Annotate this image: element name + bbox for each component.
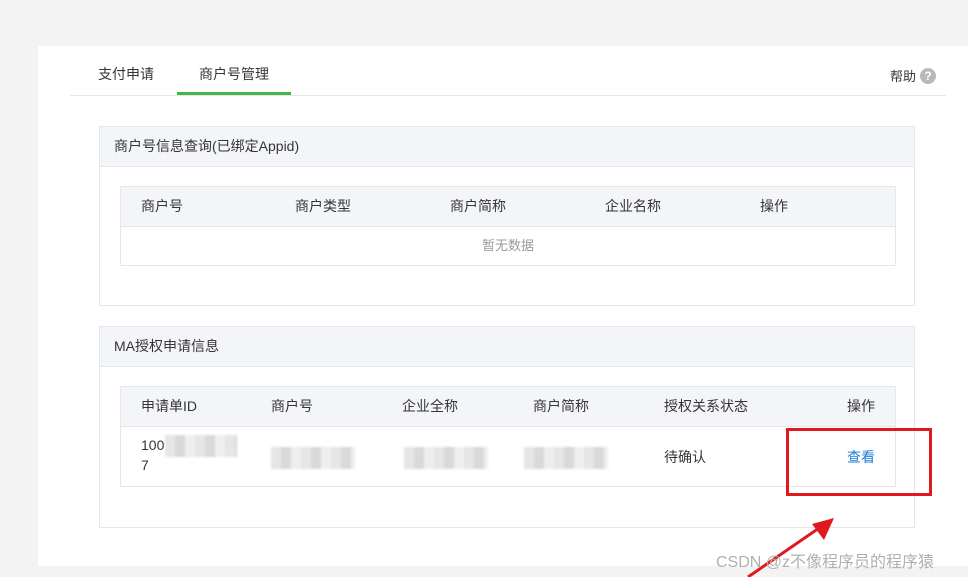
redacted-merchant-id <box>271 447 355 469</box>
column-actions: 操作 <box>847 398 875 414</box>
merchant-info-table: 商户号 商户类型 商户简称 企业名称 操作 暂无数据 <box>120 186 896 266</box>
merchant-info-table-header: 商户号 商户类型 商户简称 企业名称 操作 <box>121 187 895 227</box>
redacted-application-id <box>165 435 237 457</box>
watermark: CSDN @z不像程序员的程序猿 <box>716 554 935 571</box>
ma-authorization-table-header: 申请单ID 商户号 企业全称 商户简称 授权关系状态 操作 <box>121 387 895 427</box>
column-company-name: 企业名称 <box>605 198 661 214</box>
ma-authorization-panel-title: MA授权申请信息 <box>100 327 914 367</box>
column-authorization-status: 授权关系状态 <box>664 398 748 414</box>
ma-authorization-panel: MA授权申请信息 申请单ID 商户号 企业全称 商户简称 授权关系状态 操作 1… <box>99 326 915 528</box>
ma-authorization-table: 申请单ID 商户号 企业全称 商户简称 授权关系状态 操作 100 7 待确认 … <box>120 386 896 487</box>
column-merchant-type: 商户类型 <box>295 198 351 214</box>
application-id-line1: 100 <box>141 437 165 453</box>
application-id-cell: 100 7 <box>141 435 164 475</box>
column-actions: 操作 <box>760 198 788 214</box>
table-row: 100 7 待确认 查看 <box>121 427 895 487</box>
merchant-info-panel-title: 商户号信息查询(已绑定Appid) <box>100 127 914 167</box>
empty-state-text: 暂无数据 <box>481 238 534 253</box>
tab-payment-application[interactable]: 支付申请 <box>98 64 154 95</box>
application-id-line2: 7 <box>141 457 149 473</box>
column-merchant-id: 商户号 <box>141 198 183 214</box>
tab-merchant-management[interactable]: 商户号管理 <box>177 64 291 95</box>
help-link[interactable]: 帮助 ? <box>890 66 936 85</box>
authorization-status: 待确认 <box>664 449 706 465</box>
annotation-highlight-box <box>786 428 932 496</box>
column-merchant-short-name: 商户简称 <box>450 198 506 214</box>
question-circle-icon: ? <box>920 67 936 84</box>
merchant-info-panel: 商户号信息查询(已绑定Appid) 商户号 商户类型 商户简称 企业名称 操作 … <box>99 126 915 306</box>
column-merchant-id: 商户号 <box>271 398 313 414</box>
help-label: 帮助 <box>889 69 916 84</box>
column-merchant-short-name: 商户简称 <box>533 398 589 414</box>
redacted-merchant-short-name <box>524 447 608 469</box>
redacted-company-full-name <box>404 447 488 469</box>
column-company-full-name: 企业全称 <box>402 398 458 414</box>
tab-bar: 支付申请 商户号管理 帮助 ? <box>70 46 946 96</box>
column-application-id: 申请单ID <box>141 398 197 414</box>
